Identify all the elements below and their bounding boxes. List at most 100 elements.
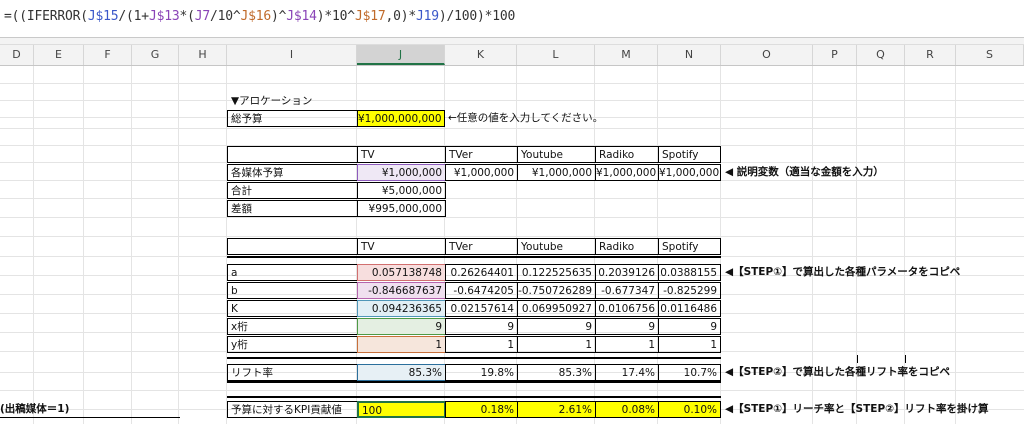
lift-label[interactable]: リフト率 xyxy=(227,364,358,381)
param-x-tver[interactable]: 9 xyxy=(445,318,518,335)
formula-ref: J19 xyxy=(415,9,439,24)
section-title: ▼アロケーション xyxy=(231,95,313,107)
total-budget-input[interactable]: ¥1,000,000,000 xyxy=(357,110,445,127)
param-x-tv[interactable]: 9 xyxy=(357,318,446,335)
param-b-spotify[interactable]: -0.825299 xyxy=(658,282,721,299)
param-k-tv[interactable]: 0.094236365 xyxy=(357,300,446,317)
formula-ref: J$13 xyxy=(148,9,180,24)
formula-part: ,0)* xyxy=(385,9,416,24)
budget-tver-cell[interactable]: ¥1,000,000 xyxy=(445,164,518,181)
param-y-radiko[interactable]: 1 xyxy=(595,336,659,353)
param-note: ◀【STEP①】で算出した各種パラメータをコピペ xyxy=(725,266,961,278)
param-x-spotify[interactable]: 9 xyxy=(658,318,721,335)
budget-header-tver[interactable]: TVer xyxy=(445,146,518,163)
kpi-label[interactable]: 予算に対するKPI貢献値 xyxy=(227,401,358,418)
column-header-s[interactable]: S xyxy=(956,45,1024,65)
kpi-tv-selected-cell[interactable]: 100 xyxy=(357,401,446,418)
budget-header-blank[interactable] xyxy=(227,146,358,163)
column-header-h[interactable]: H xyxy=(179,45,227,65)
budget-header-tv[interactable]: TV xyxy=(357,146,446,163)
lift-divider-bottom xyxy=(227,381,721,383)
param-y-tver[interactable]: 1 xyxy=(445,336,518,353)
diff-label[interactable]: 差額 xyxy=(227,200,358,217)
budget-header-youtube[interactable]: Youtube xyxy=(517,146,596,163)
param-y-tv[interactable]: 1 xyxy=(357,336,446,353)
param-a-youtube[interactable]: 0.122525635 xyxy=(517,264,596,281)
column-header-f[interactable]: F xyxy=(84,45,132,65)
budget-radiko-cell[interactable]: ¥1,000,000 xyxy=(595,164,659,181)
param-b-radiko[interactable]: -0.677347 xyxy=(595,282,659,299)
param-y-spotify[interactable]: 1 xyxy=(658,336,721,353)
total-budget-label[interactable]: 総予算 xyxy=(227,110,358,127)
formula-text[interactable]: =((IFERROR(J$15/(1+J$13*(J7/10^J$16)^J$1… xyxy=(4,9,515,24)
param-x-youtube[interactable]: 9 xyxy=(517,318,596,335)
formula-ref: J$16 xyxy=(240,9,272,24)
param-x-radiko[interactable]: 9 xyxy=(595,318,659,335)
column-header-i[interactable]: I xyxy=(227,45,357,65)
column-header-o[interactable]: O xyxy=(721,45,813,65)
column-header-q[interactable]: Q xyxy=(857,45,905,65)
param-a-tv[interactable]: 0.057138748 xyxy=(357,264,446,281)
formula-bar[interactable]: =((IFERROR(J$15/(1+J$13*(J7/10^J$16)^J$1… xyxy=(0,0,1024,38)
budget-header-spotify[interactable]: Spotify xyxy=(658,146,721,163)
column-header-j[interactable]: J xyxy=(357,45,445,65)
tick-mark xyxy=(857,355,858,363)
lift-tv[interactable]: 85.3% xyxy=(357,364,446,381)
lift-spotify[interactable]: 10.7% xyxy=(658,364,721,381)
kpi-tver[interactable]: 0.18% xyxy=(445,401,518,418)
budget-note: ◀ 説明変数（適当な金額を入力） xyxy=(725,166,884,178)
column-header-r[interactable]: R xyxy=(905,45,956,65)
budget-youtube-cell[interactable]: ¥1,000,000 xyxy=(517,164,596,181)
formula-ref: J$17 xyxy=(354,9,386,24)
param-header-tver[interactable]: TVer xyxy=(445,238,518,255)
kpi-note: ◀【STEP①】リーチ率と【STEP②】リフト率を掛け算 xyxy=(725,403,989,415)
param-k-youtube[interactable]: 0.069950927 xyxy=(517,300,596,317)
param-header-youtube[interactable]: Youtube xyxy=(517,238,596,255)
param-k-radiko[interactable]: 0.0106756 xyxy=(595,300,659,317)
param-header-blank[interactable] xyxy=(227,238,358,255)
param-a-radiko[interactable]: 0.2039126 xyxy=(595,264,659,281)
param-b-youtube[interactable]: -0.750726289 xyxy=(517,282,596,299)
param-label-a[interactable]: a xyxy=(227,264,358,281)
param-b-tv[interactable]: -0.846687637 xyxy=(357,282,446,299)
param-header-tv[interactable]: TV xyxy=(357,238,446,255)
param-label-y[interactable]: y桁 xyxy=(227,336,358,353)
column-header-k[interactable]: K xyxy=(445,45,517,65)
lift-note: ◀【STEP②】で算出した各種リフト率をコピペ xyxy=(725,366,951,378)
formula-ref: J$14 xyxy=(286,9,317,24)
column-header-m[interactable]: M xyxy=(595,45,658,65)
param-header-radiko[interactable]: Radiko xyxy=(595,238,659,255)
lift-radiko[interactable]: 17.4% xyxy=(595,364,659,381)
column-header-l[interactable]: L xyxy=(517,45,595,65)
diff-value[interactable]: ¥995,000,000 xyxy=(357,200,446,217)
budget-row-label[interactable]: 各媒体予算 xyxy=(227,164,358,181)
formula-part: /(1+ xyxy=(118,9,149,24)
column-header-n[interactable]: N xyxy=(658,45,721,65)
budget-header-radiko[interactable]: Radiko xyxy=(595,146,659,163)
kpi-spotify[interactable]: 0.10% xyxy=(658,401,721,418)
param-b-tver[interactable]: -0.6474205 xyxy=(445,282,518,299)
column-header: D E F G H I J K L M N O P Q R S xyxy=(0,45,1024,66)
lift-tver[interactable]: 19.8% xyxy=(445,364,518,381)
column-header-g[interactable]: G xyxy=(132,45,179,65)
sum-label[interactable]: 合計 xyxy=(227,182,358,199)
param-label-x[interactable]: x桁 xyxy=(227,318,358,335)
param-y-youtube[interactable]: 1 xyxy=(517,336,596,353)
param-a-spotify[interactable]: 0.0388155 xyxy=(658,264,721,281)
budget-spotify-cell[interactable]: ¥1,000,000 xyxy=(658,164,721,181)
column-header-e[interactable]: E xyxy=(34,45,84,65)
param-label-k[interactable]: K xyxy=(227,300,358,317)
param-k-spotify[interactable]: 0.0116486 xyxy=(658,300,721,317)
kpi-radiko[interactable]: 0.08% xyxy=(595,401,659,418)
column-header-p[interactable]: P xyxy=(813,45,857,65)
column-header-d[interactable]: D xyxy=(0,45,34,65)
param-header-spotify[interactable]: Spotify xyxy=(658,238,721,255)
budget-tv-cell[interactable]: ¥1,000,000 xyxy=(357,164,446,181)
param-label-b[interactable]: b xyxy=(227,282,358,299)
kpi-youtube[interactable]: 2.61% xyxy=(517,401,596,418)
param-a-tver[interactable]: 0.26264401 xyxy=(445,264,518,281)
sum-value[interactable]: ¥5,000,000 xyxy=(357,182,446,199)
formula-part: )*10^ xyxy=(316,9,355,24)
lift-youtube[interactable]: 85.3% xyxy=(517,364,596,381)
param-k-tver[interactable]: 0.02157614 xyxy=(445,300,518,317)
